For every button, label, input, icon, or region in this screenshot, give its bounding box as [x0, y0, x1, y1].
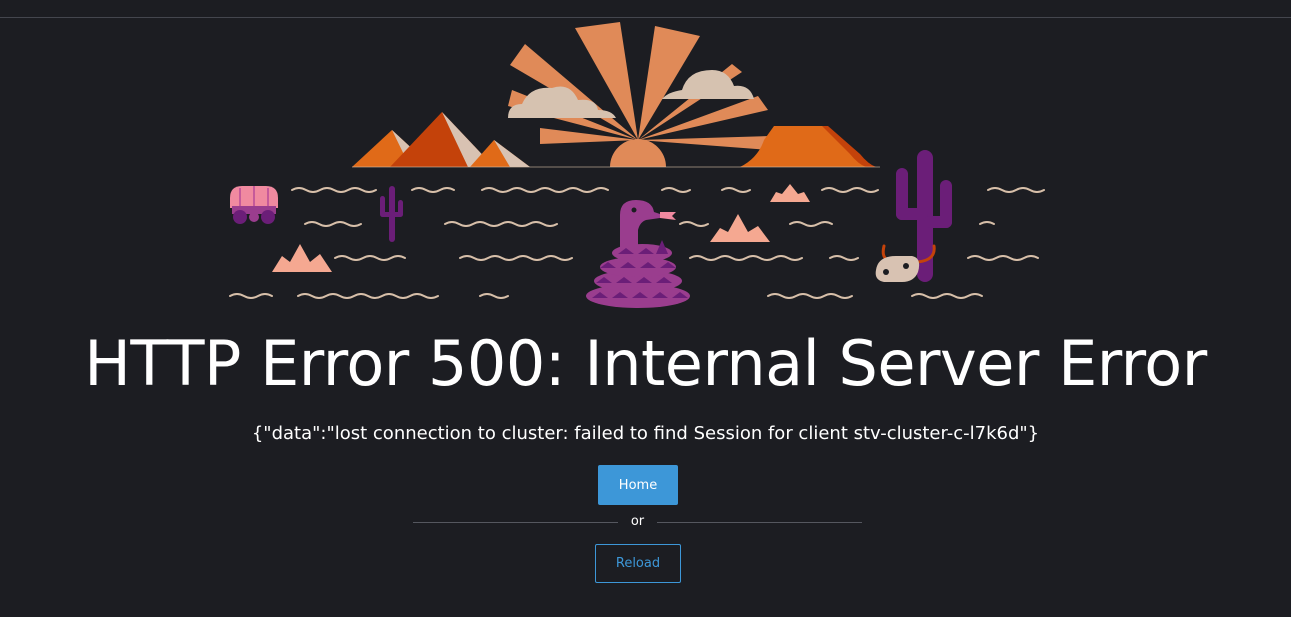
error-detail: {"data":"lost connection to cluster: fai… [251, 423, 1040, 444]
wagon-icon [230, 186, 278, 224]
reload-button[interactable]: Reload [595, 544, 681, 583]
pyramid-icon [352, 112, 530, 167]
snake-icon [586, 200, 690, 308]
or-separator: or [630, 514, 645, 529]
desert-illustration [229, 22, 1045, 308]
home-button[interactable]: Home [598, 465, 678, 505]
divider-left [413, 522, 618, 523]
top-bar [0, 0, 1291, 18]
cactus-icon [380, 186, 403, 242]
error-title: HTTP Error 500: Internal Server Error [84, 327, 1207, 400]
divider-right [657, 522, 862, 523]
